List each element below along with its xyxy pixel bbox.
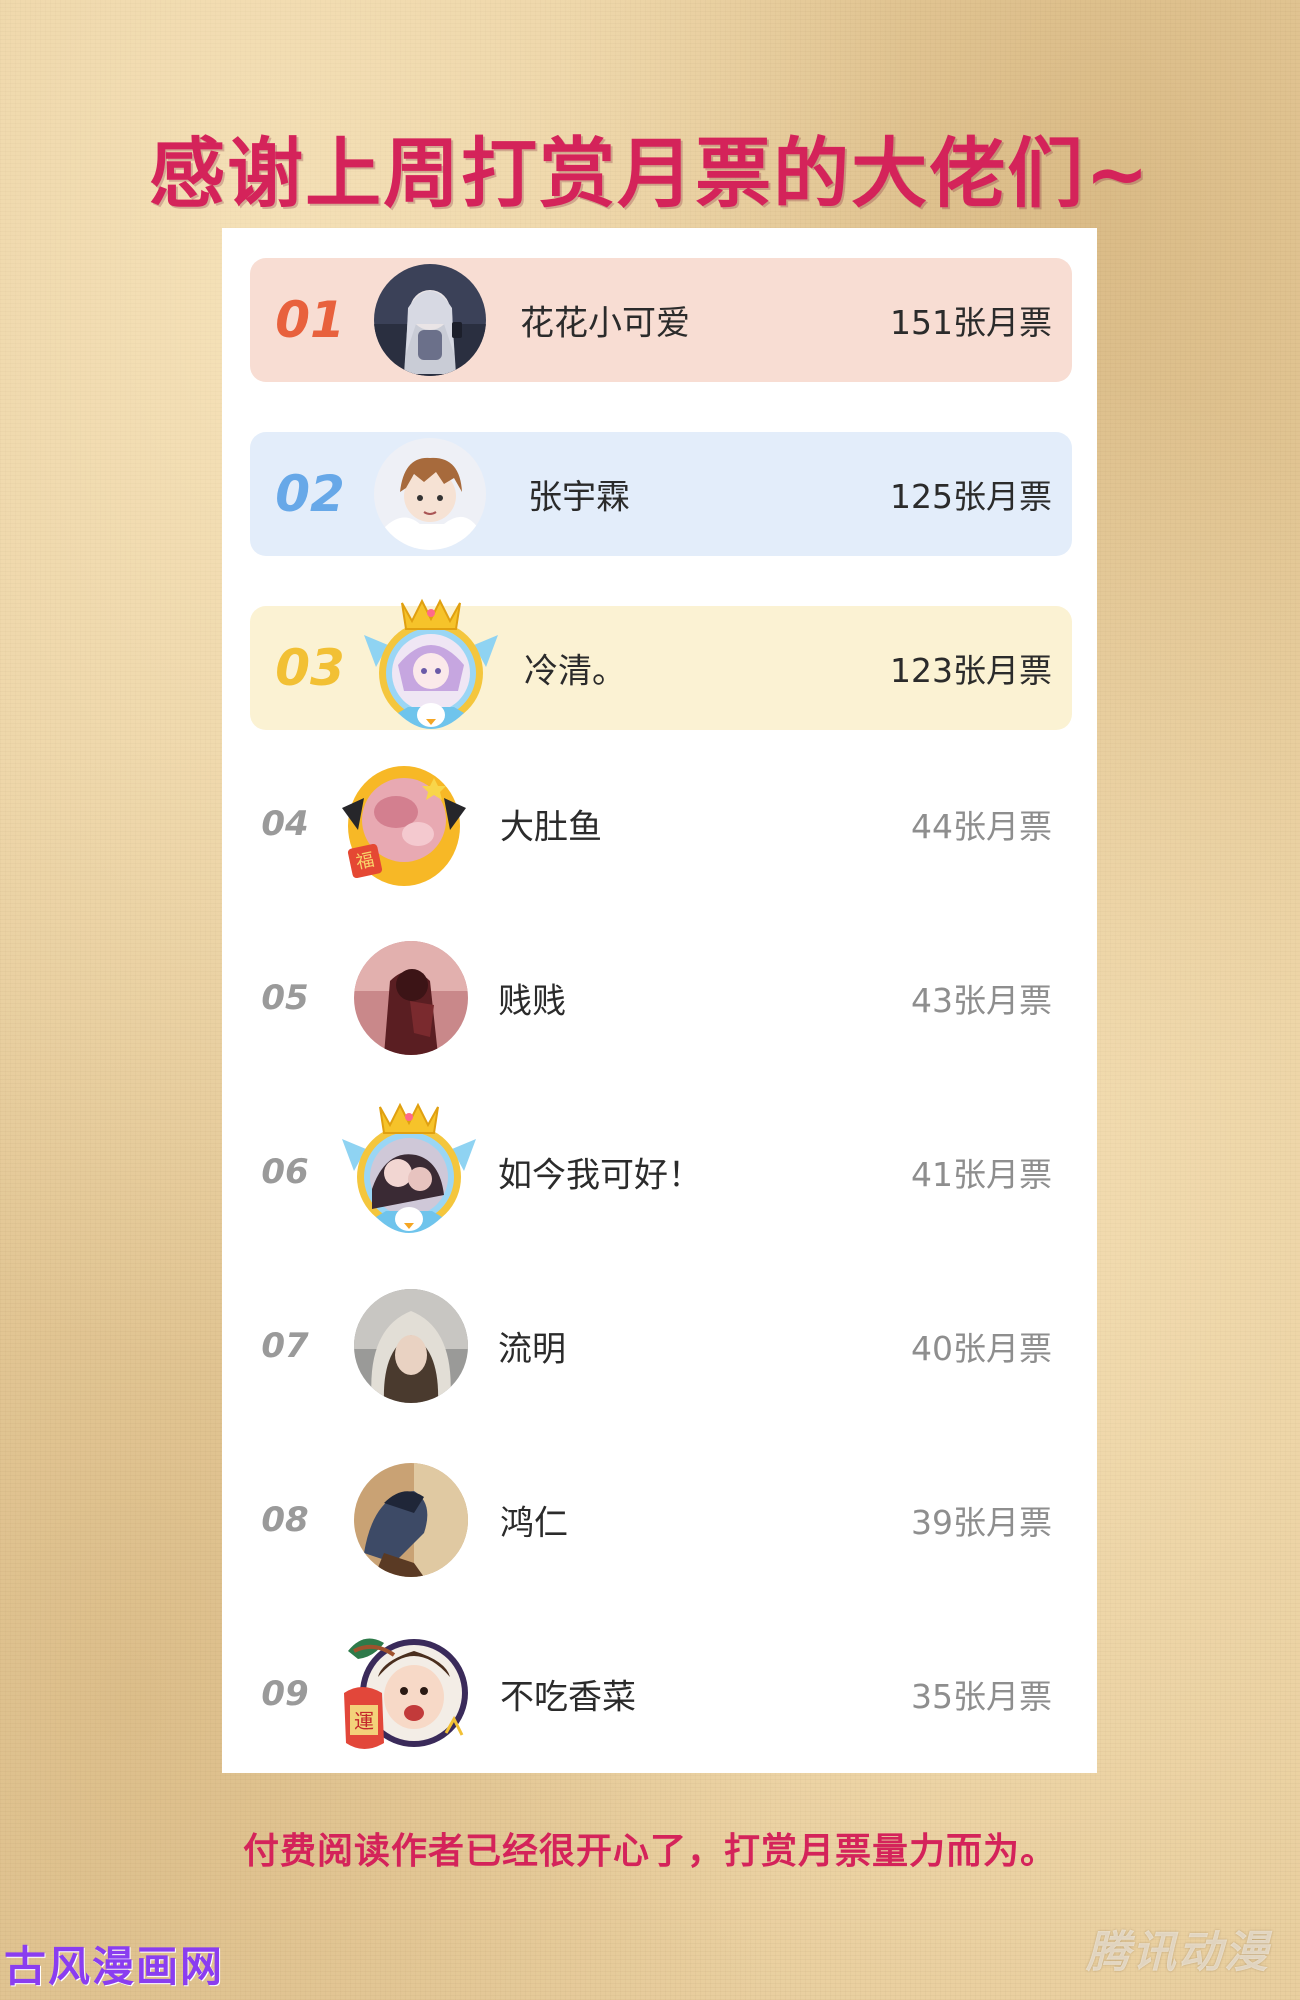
rank-number: 04	[261, 804, 309, 844]
rank-number: 01	[275, 291, 345, 349]
vote-count: 44张月票	[911, 807, 1052, 846]
vote-count: 35张月票	[911, 1677, 1052, 1716]
leaderboard-row-4[interactable]: 04 福 大肚鱼 44张月票	[250, 762, 1072, 886]
leaderboard-panel: 01 花花小可爱 151张月票 02 张宇霖 125张月票 03 冷清。 123…	[222, 228, 1097, 1773]
vote-count: 123张月票	[890, 651, 1052, 690]
rank-number: 09	[261, 1674, 309, 1714]
rank-number: 05	[261, 978, 309, 1018]
fur-hood-avatar-icon[interactable]	[354, 1289, 468, 1403]
rank-number: 07	[261, 1326, 309, 1366]
leaderboard-row-8[interactable]: 08 鸿仁 39张月票	[250, 1458, 1072, 1582]
leaderboard-row-9[interactable]: 09 運 不吃香菜 35张月票	[250, 1632, 1072, 1756]
fortune-egg-avatar-icon[interactable]: 福	[334, 754, 474, 894]
leaderboard-row-3[interactable]: 03 冷清。 123张月票	[250, 598, 1072, 730]
site-watermark: 古风漫画网	[4, 1942, 225, 1991]
vote-count: 125张月票	[890, 477, 1052, 516]
rank-number: 08	[261, 1500, 309, 1540]
vote-count: 39张月票	[911, 1503, 1052, 1542]
user-name: 冷清。	[524, 651, 626, 692]
user-name: 贱贱	[498, 981, 566, 1022]
vote-count: 40张月票	[911, 1329, 1052, 1368]
bird-photo-avatar-icon[interactable]	[354, 1463, 468, 1577]
leaderboard-row-2[interactable]: 02 张宇霖 125张月票	[250, 432, 1072, 556]
vote-count: 43张月票	[911, 981, 1052, 1020]
user-name: 大肚鱼	[500, 807, 602, 848]
footer-note: 付费阅读作者已经很开心了，打赏月票量力而为。	[242, 1831, 1057, 1872]
page-title: 感谢上周打赏月票的大佬们~	[149, 129, 1151, 218]
publisher-watermark: 腾讯动漫	[1086, 1927, 1270, 1978]
user-name: 花花小可爱	[520, 303, 690, 344]
couple-photo-avatar-icon[interactable]	[354, 941, 468, 1055]
rank-number: 06	[261, 1152, 309, 1192]
user-name: 如今我可好！	[498, 1155, 702, 1196]
user-name: 流明	[498, 1329, 566, 1370]
vote-count: 41张月票	[911, 1155, 1052, 1194]
leaderboard-row-6[interactable]: 06 如今我可好！ 41张月票	[250, 1102, 1072, 1234]
anime-boy-avatar-icon[interactable]	[374, 438, 486, 550]
svg-text:運: 運	[354, 1709, 374, 1733]
rank-number: 03	[275, 639, 345, 697]
vote-count: 151张月票	[890, 303, 1052, 342]
leaderboard-row-7[interactable]: 07 流明 40张月票	[250, 1284, 1072, 1408]
leaderboard-row-5[interactable]: 05 贱贱 43张月票	[250, 936, 1072, 1060]
leaderboard-row-1[interactable]: 01 花花小可爱 151张月票	[250, 258, 1072, 382]
rank-number: 02	[275, 465, 345, 523]
user-name: 张宇霖	[528, 477, 630, 518]
user-name: 鸿仁	[500, 1503, 568, 1544]
anime-girl-avatar-icon[interactable]	[374, 264, 486, 376]
lucky-child-avatar-icon[interactable]: 運	[334, 1621, 480, 1767]
crowned-anime-avatar-icon[interactable]	[358, 595, 504, 741]
user-name: 不吃香菜	[500, 1677, 636, 1718]
crowned-couple-avatar-icon[interactable]	[336, 1099, 482, 1245]
